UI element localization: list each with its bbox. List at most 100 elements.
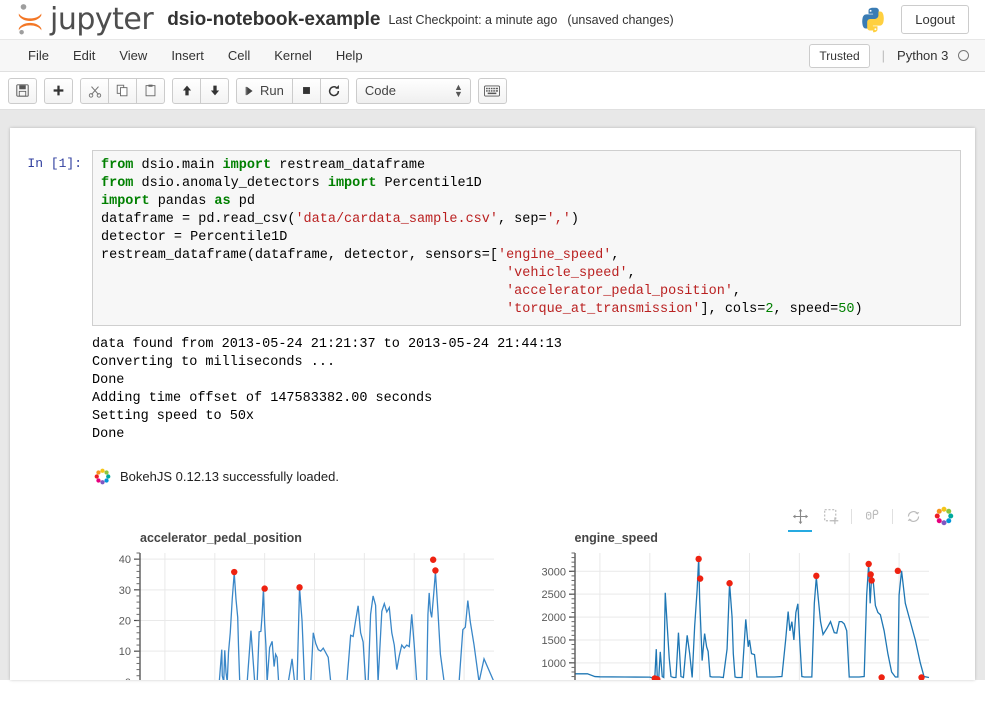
- output-line: data found from 2013-05-24 21:21:37 to 2…: [92, 337, 562, 352]
- code-token: , speed=: [773, 302, 839, 317]
- code-token: Percentile1D: [376, 176, 482, 191]
- bokeh-logo-icon: [934, 506, 954, 526]
- menu-item-cell[interactable]: Cell: [216, 43, 262, 68]
- plot-engine-speed[interactable]: engine_speed 5001000150020002500300040s4…: [527, 531, 962, 680]
- code-token: detector = Percentile1D: [101, 230, 288, 245]
- code-token-str: 'data/cardata_sample.csv': [295, 212, 498, 227]
- menu-item-file[interactable]: File: [16, 43, 61, 68]
- move-cell-up-button[interactable]: [172, 77, 201, 104]
- reset-circular-arrows-icon: [907, 510, 919, 522]
- interrupt-kernel-button[interactable]: [291, 77, 321, 104]
- output-line: Converting to milliseconds ...: [92, 355, 336, 370]
- output-line: Setting speed to 50x: [92, 409, 255, 424]
- copy-cell-button[interactable]: [108, 77, 137, 104]
- hover-tool[interactable]: [859, 503, 885, 529]
- y-tick-label: 30: [119, 585, 131, 597]
- cell-type-select[interactable]: Code ▲ ▼: [355, 77, 471, 104]
- trusted-badge[interactable]: Trusted: [809, 43, 870, 68]
- anomaly-marker: [296, 584, 303, 591]
- output-line: Adding time offset of 147583382.00 secon…: [92, 391, 433, 406]
- logout-button[interactable]: Logout: [901, 5, 969, 34]
- run-cell-button[interactable]: Run: [236, 77, 293, 104]
- output-line: Done: [92, 427, 125, 442]
- keyboard-icon: [484, 84, 501, 97]
- y-tick-label: 3000: [541, 566, 565, 578]
- series-line: [218, 571, 494, 680]
- toolbar-group-clipboard: [80, 77, 165, 104]
- kernel-status-group: Python 3: [897, 48, 969, 63]
- move-cell-down-button[interactable]: [200, 77, 229, 104]
- code-token-num: 50: [838, 302, 855, 317]
- pan-tool[interactable]: [787, 503, 813, 532]
- y-tick-label: 40: [119, 554, 131, 566]
- y-tick-label: 0: [125, 677, 131, 680]
- y-tick-label: 2500: [541, 589, 565, 601]
- open-command-palette-button[interactable]: [477, 77, 507, 104]
- anomaly-marker: [812, 572, 820, 580]
- anomaly-marker: [694, 555, 702, 563]
- plot-canvas-1[interactable]: 5001000150020002500300040s42s44s46s48s50…: [527, 547, 937, 680]
- notebook-panel: In [1]: from dsio.main import restream_d…: [10, 128, 975, 680]
- menubar-right-group: Trusted | Python 3: [809, 43, 969, 68]
- anomaly-marker: [864, 560, 872, 568]
- menu-item-view[interactable]: View: [107, 43, 159, 68]
- bokeh-logo-button[interactable]: [931, 503, 957, 529]
- code-token: pd: [230, 194, 255, 209]
- save-button[interactable]: [8, 77, 37, 104]
- menu-item-insert[interactable]: Insert: [159, 43, 216, 68]
- code-token-str: ',': [546, 212, 571, 227]
- jupyter-logo[interactable]: jupyter: [16, 1, 154, 37]
- header-right-group: Logout: [859, 5, 969, 34]
- bokeh-load-row: BokehJS 0.12.13 successfully loaded.: [10, 444, 975, 485]
- plot-accelerator-pedal-position[interactable]: accelerator_pedal_position 01020304040s4…: [92, 531, 527, 680]
- bokeh-prompt-spacer: [24, 454, 92, 485]
- pan-move-icon: [792, 508, 808, 524]
- code-line: 'torque_at_transmission'], cols=2, speed…: [101, 301, 952, 319]
- code-line: from dsio.main import restream_dataframe: [101, 157, 952, 175]
- anomaly-marker: [894, 567, 901, 575]
- toolbar-divider: [851, 508, 852, 524]
- arrow-down-icon: [210, 85, 219, 96]
- reset-tool[interactable]: [900, 503, 926, 529]
- cut-cell-button[interactable]: [80, 77, 109, 104]
- code-token: dataframe = pd.read_csv(: [101, 212, 296, 227]
- menu-item-kernel[interactable]: Kernel: [262, 43, 324, 68]
- code-token: dsio.main: [133, 158, 223, 173]
- cell-output-stream: data found from 2013-05-24 21:21:37 to 2…: [10, 326, 975, 444]
- last-checkpoint-label: Last Checkpoint: a minute ago: [388, 12, 558, 27]
- notebook-title[interactable]: dsio-notebook-example: [167, 9, 380, 31]
- plot-canvas-0[interactable]: 01020304040s42s44s46s48s50s52s: [92, 547, 502, 680]
- menu-item-edit[interactable]: Edit: [61, 43, 107, 68]
- chevron-updown-icon: ▲ ▼: [453, 81, 463, 99]
- bokeh-logo-icon: [94, 468, 111, 485]
- code-token: restream_dataframe: [271, 158, 426, 173]
- code-token: ): [854, 302, 863, 317]
- restart-kernel-button[interactable]: [319, 77, 349, 104]
- kernel-idle-circle-icon[interactable]: [958, 50, 969, 61]
- menu-item-help[interactable]: Help: [324, 43, 375, 68]
- code-line: detector = Percentile1D: [101, 229, 952, 247]
- jupyter-wordmark: jupyter: [50, 1, 154, 37]
- code-cell[interactable]: In [1]: from dsio.main import restream_d…: [10, 150, 975, 326]
- code-token: dsio.anomaly_detectors: [133, 176, 328, 191]
- toolbar-divider-2: [892, 508, 893, 524]
- menu-bar: File Edit View Insert Cell Kernel Help T…: [0, 40, 985, 72]
- toolbar-group-move: [172, 77, 229, 104]
- code-token: ], cols=: [700, 302, 766, 317]
- code-token-kw: import: [327, 176, 377, 191]
- bokeh-toolbar: [92, 501, 961, 532]
- insert-cell-below-button[interactable]: [44, 77, 73, 104]
- plot-title: engine_speed: [574, 531, 658, 545]
- code-editor[interactable]: from dsio.main import restream_dataframe…: [92, 150, 961, 326]
- run-icon: [245, 86, 253, 95]
- unsaved-changes-label: (unsaved changes): [567, 12, 674, 27]
- paste-cell-button[interactable]: [136, 77, 165, 104]
- kernel-separator: |: [881, 48, 886, 63]
- box-select-tool[interactable]: [818, 503, 844, 529]
- box-select-icon: [823, 508, 838, 524]
- kernel-name-label: Python 3: [897, 48, 949, 63]
- plot-title: accelerator_pedal_position: [140, 531, 302, 545]
- output-text: data found from 2013-05-24 21:21:37 to 2…: [92, 336, 961, 444]
- scissors-icon: [88, 85, 101, 98]
